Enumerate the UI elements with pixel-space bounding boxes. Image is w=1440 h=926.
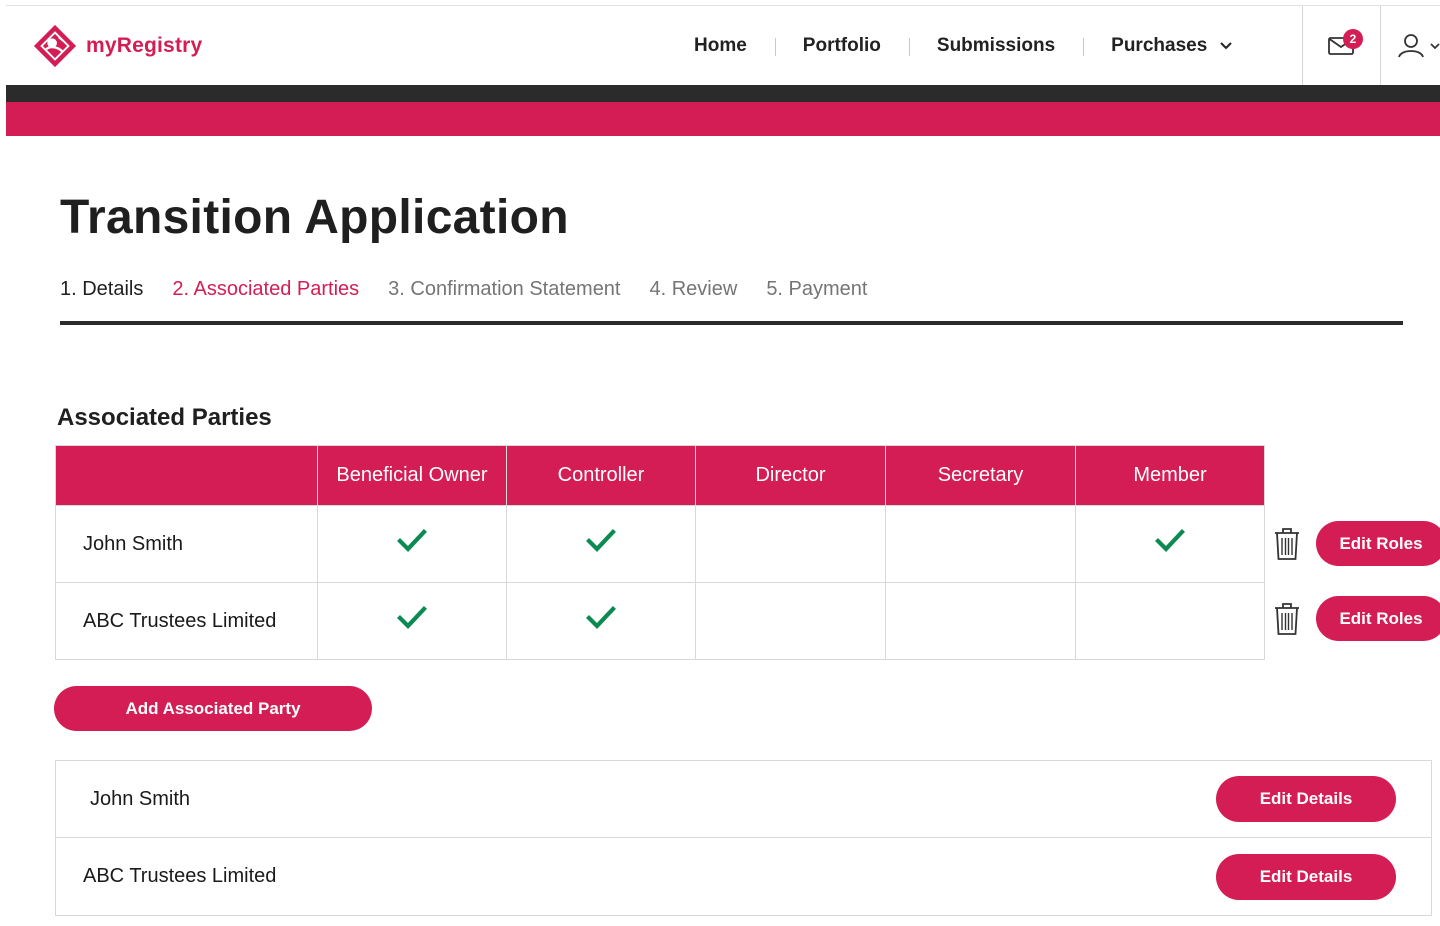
column-header-beneficial-owner: Beneficial Owner [317,445,507,506]
column-header-director: Director [695,445,886,506]
nav-home[interactable]: Home [666,35,775,57]
checkmark-icon [397,606,427,630]
row-actions: Edit Roles [1270,596,1440,641]
list-item: John Smith Edit Details [56,761,1431,837]
column-header-member: Member [1075,445,1265,506]
nav-portfolio[interactable]: Portfolio [774,35,909,57]
user-menu-button[interactable] [1380,6,1440,86]
role-cell [317,505,507,583]
role-cell [885,582,1076,660]
header-dark-band [6,85,1440,102]
list-item: ABC Trustees Limited Edit Details [56,837,1431,915]
role-cell [695,505,886,583]
trash-icon[interactable] [1270,601,1304,637]
section-title: Associated Parties [57,404,272,431]
table-row: John Smith [55,505,1265,583]
edit-details-button[interactable]: Edit Details [1216,776,1396,822]
role-cell [1075,582,1265,660]
role-cell [506,505,696,583]
step-review[interactable]: 4. Review [650,278,738,301]
checkmark-icon [1155,529,1185,553]
steps-divider [60,321,1403,325]
user-icon [1397,34,1440,58]
role-cell [317,582,507,660]
logo[interactable]: myRegistry [32,22,202,70]
table-row: ABC Trustees Limited [55,582,1265,660]
party-name: John Smith [90,787,191,810]
messages-button[interactable]: 2 [1302,6,1380,86]
add-associated-party-button[interactable]: Add Associated Party [54,686,372,731]
column-header-controller: Controller [506,445,696,506]
nav-purchases[interactable]: Purchases [1083,35,1261,57]
step-confirmation-statement[interactable]: 3. Confirmation Statement [388,278,620,301]
nav-purchases-label: Purchases [1111,35,1208,56]
step-associated-parties[interactable]: 2. Associated Parties [172,278,359,301]
step-details[interactable]: 1. Details [60,278,143,301]
nav-portfolio-label: Portfolio [802,35,881,56]
checkmark-icon [586,606,616,630]
checkmark-icon [397,529,427,553]
role-cell [885,505,1076,583]
nav-submissions[interactable]: Submissions [908,35,1083,57]
progress-steps: 1. Details 2. Associated Parties 3. Conf… [60,278,896,301]
role-cell [506,582,696,660]
nav-submissions-label: Submissions [936,35,1056,56]
page-title: Transition Application [60,191,569,244]
nav-home-label: Home [694,35,747,56]
chevron-down-icon [1220,42,1232,50]
party-details-list: John Smith Edit Details ABC Trustees Lim… [55,760,1432,916]
step-payment[interactable]: 5. Payment [766,278,867,301]
trash-icon[interactable] [1270,526,1304,562]
role-cell [695,582,886,660]
main-nav: Home Portfolio Submissions Purchases [666,6,1261,86]
header-brand-band [6,102,1440,136]
column-header-secretary: Secretary [885,445,1076,506]
party-name: ABC Trustees Limited [83,865,277,887]
edit-roles-button[interactable]: Edit Roles [1316,521,1440,566]
column-header-party [55,445,318,506]
edit-details-button[interactable]: Edit Details [1216,853,1396,900]
message-count-badge: 2 [1343,29,1363,49]
row-actions: Edit Roles [1270,521,1440,566]
roles-table: Beneficial Owner Controller Director Sec… [55,445,1265,660]
checkmark-icon [586,529,616,553]
party-name: ABC Trustees Limited [55,582,318,660]
role-cell [1075,505,1265,583]
table-header-row: Beneficial Owner Controller Director Sec… [55,445,1265,506]
logo-icon [33,24,77,68]
app-name: myRegistry [86,34,203,57]
party-name: John Smith [55,505,318,583]
edit-roles-button[interactable]: Edit Roles [1316,596,1440,641]
top-navigation-bar: myRegistry Home Portfolio Submissions Pu… [6,5,1440,86]
